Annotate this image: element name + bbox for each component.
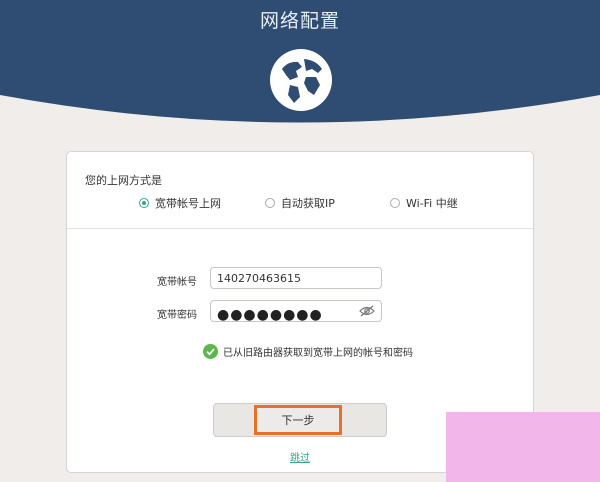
- connection-type-label: 您的上网方式是: [85, 174, 162, 187]
- account-label: 宽带帐号: [157, 277, 197, 288]
- radio-wifi-relay[interactable]: Wi-Fi 中继: [390, 195, 458, 211]
- section-divider: [67, 228, 533, 229]
- radio-unselected-icon: [390, 198, 400, 208]
- radio-wifi-relay-label: Wi-Fi 中继: [406, 197, 458, 210]
- fetch-status-text: 已从旧路由器获取到宽带上网的帐号和密码: [223, 348, 413, 359]
- decorative-overlay: [446, 412, 600, 482]
- password-label: 宽带密码: [157, 310, 197, 321]
- header-banner: 网络配置: [0, 0, 600, 138]
- skip-link[interactable]: 跳过: [290, 449, 310, 464]
- connection-type-options: 宽带帐号上网 自动获取IP Wi-Fi 中继: [67, 195, 533, 213]
- next-button-frame: 下一步: [213, 403, 387, 437]
- account-input[interactable]: [210, 267, 382, 289]
- radio-dhcp[interactable]: 自动获取IP: [265, 195, 335, 211]
- check-circle-icon: [203, 344, 218, 359]
- radio-pppoe[interactable]: 宽带帐号上网: [139, 195, 221, 211]
- globe-icon: [270, 49, 332, 111]
- fetch-status: 已从旧路由器获取到宽带上网的帐号和密码: [203, 344, 413, 359]
- password-mask: ●●●●●●●●: [217, 307, 323, 323]
- eye-hidden-icon[interactable]: [359, 305, 375, 317]
- next-button[interactable]: 下一步: [254, 405, 342, 435]
- page-title: 网络配置: [259, 10, 340, 32]
- radio-dhcp-label: 自动获取IP: [281, 197, 335, 210]
- radio-selected-icon: [139, 198, 149, 208]
- radio-unselected-icon: [265, 198, 275, 208]
- radio-pppoe-label: 宽带帐号上网: [155, 197, 221, 210]
